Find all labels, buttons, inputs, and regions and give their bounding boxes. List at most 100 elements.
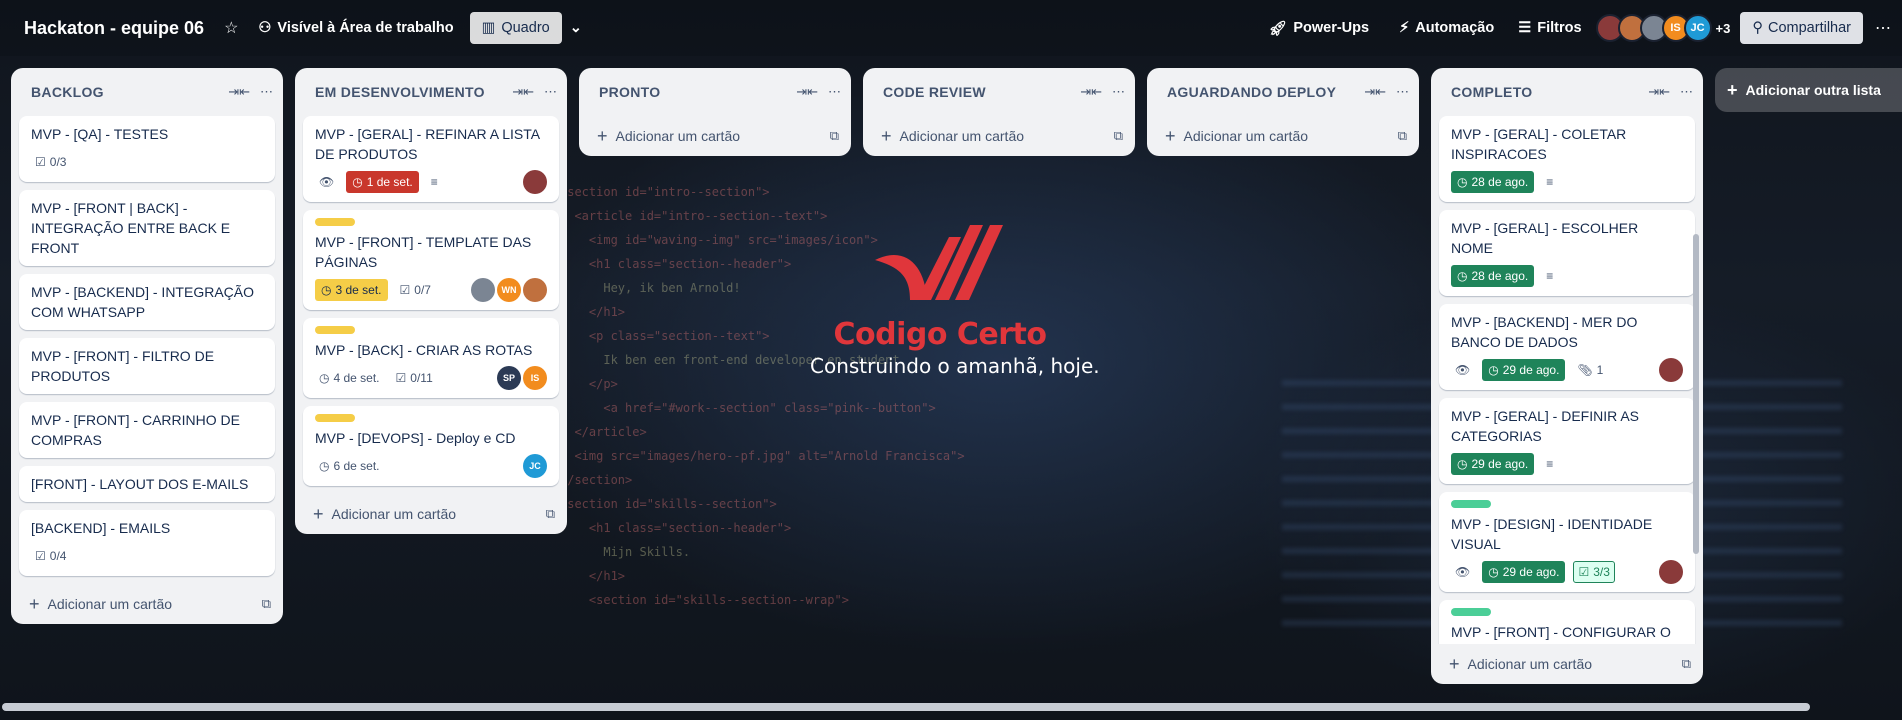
create-from-template-icon[interactable]: ⧉ (830, 128, 839, 144)
card[interactable]: MVP - [FRONT] - CARRINHO DE COMPRAS (19, 402, 275, 458)
due-date-text: 29 de ago. (1502, 565, 1560, 579)
checkbox-icon: ☑ (395, 371, 407, 385)
due-date-badge[interactable]: ◷ 6 de set. (315, 455, 384, 477)
collapse-icon[interactable]: ⇥⇤ (512, 84, 534, 100)
member-avatar[interactable]: WN (497, 278, 521, 302)
filters-button[interactable]: ☰ Filtros (1510, 12, 1589, 44)
member-avatar[interactable]: IS (523, 366, 547, 390)
collapse-icon[interactable]: ⇥⇤ (1364, 84, 1386, 100)
member-avatar[interactable]: JC (1683, 14, 1712, 42)
due-date-badge[interactable]: ◷ 29 de ago. (1451, 453, 1535, 475)
card[interactable]: MVP - [FRONT] - FILTRO DE PRODUTOS (19, 338, 275, 394)
view-switcher-chevron[interactable]: ⌄ (562, 12, 590, 44)
list-title[interactable]: AGUARDANDO DEPLOY (1167, 84, 1354, 100)
clock-icon: ◷ (1488, 363, 1499, 377)
due-date-badge[interactable]: ◷ 28 de ago. (1451, 171, 1535, 193)
card[interactable]: MVP - [GERAL] - COLETAR INSPIRACOES ◷ 28 d… (1439, 116, 1695, 202)
members-extra-count[interactable]: +3 (1716, 21, 1731, 36)
card-label[interactable] (315, 218, 355, 226)
card[interactable]: MVP - [BACKEND] - INTEGRAÇÃO COM WHATSAP… (19, 274, 275, 330)
visibility-button[interactable]: ⚇ Visível à Área de trabalho (250, 12, 461, 44)
create-from-template-icon[interactable]: ⧉ (546, 506, 555, 522)
card[interactable]: MVP - [FRONT] - TEMPLATE DAS PÁGINAS ◷ 3 d… (303, 210, 559, 310)
card-label[interactable] (1451, 608, 1491, 616)
member-avatar[interactable] (523, 170, 547, 194)
create-from-template-icon[interactable]: ⧉ (1398, 128, 1407, 144)
list-menu-icon[interactable]: ⋯ (1396, 84, 1409, 100)
due-date-badge[interactable]: ◷ 29 de ago. (1482, 561, 1566, 583)
add-card-button[interactable]: + Adicionar um cartão ⧉ (579, 116, 851, 156)
visibility-label: Visível à Área de trabalho (277, 20, 454, 36)
card[interactable]: MVP - [GERAL] - ESCOLHER NOME ◷ 28 de ago.… (1439, 210, 1695, 296)
board-title[interactable]: Hackaton - equipe 06 (24, 18, 204, 39)
card[interactable]: MVP - [DEVOPS] - Deploy e CD ◷ 6 de set. JC (303, 406, 559, 486)
card[interactable]: [FRONT] - LAYOUT DOS E-MAILS (19, 466, 275, 502)
list-menu-icon[interactable]: ⋯ (1112, 84, 1125, 100)
card[interactable]: MVP - [GERAL] - DEFINIR AS CATEGORIAS ◷ 29… (1439, 398, 1695, 484)
board-menu-icon[interactable]: ⋯ (1875, 18, 1892, 38)
collapse-icon[interactable]: ⇥⇤ (1648, 84, 1670, 100)
list-title[interactable]: CODE REVIEW (883, 84, 1070, 100)
list-header: COMPLETO ⇥⇤ ⋯ (1431, 68, 1703, 116)
card[interactable]: MVP - [FRONT] - CONFIGURAR O AMBIENTE (1439, 600, 1695, 644)
due-date-badge[interactable]: ◷ 4 de set. (315, 367, 384, 389)
checklist-badge: ☑ 0/3 (31, 151, 70, 173)
card-label[interactable] (1451, 500, 1491, 508)
list-title[interactable]: BACKLOG (31, 84, 218, 100)
board-view-button[interactable]: ▥ Quadro (469, 12, 562, 44)
collapse-icon[interactable]: ⇥⇤ (796, 84, 818, 100)
list-header: EM DESENVOLVIMENTO ⇥⇤ ⋯ (295, 68, 567, 116)
list-title[interactable]: COMPLETO (1451, 84, 1638, 100)
checklist-badge: ☑ 3/3 (1573, 561, 1615, 583)
list-menu-icon[interactable]: ⋯ (828, 84, 841, 100)
star-icon[interactable]: ☆ (224, 18, 238, 38)
card-label[interactable] (315, 414, 355, 422)
add-card-button[interactable]: + Adicionar um cartão ⧉ (11, 584, 283, 624)
add-card-button[interactable]: + Adicionar um cartão ⧉ (1431, 644, 1703, 684)
card-badges: ◷ 29 de ago. ≡ (1451, 452, 1683, 476)
automation-button[interactable]: ⚡︎ Automação (1391, 12, 1502, 44)
create-from-template-icon[interactable]: ⧉ (262, 596, 271, 612)
card[interactable]: MVP - [GERAL] - REFINAR A LISTA DE PRODU… (303, 116, 559, 202)
add-card-button[interactable]: + Adicionar um cartão ⧉ (1147, 116, 1419, 156)
card[interactable]: MVP - [BACKEND] - MER DO BANCO DE DADOS 👁… (1439, 304, 1695, 390)
member-avatar[interactable]: SP (497, 366, 521, 390)
powerups-button[interactable]: 🚀︎ Power-Ups (1261, 12, 1377, 44)
list-menu-icon[interactable]: ⋯ (1680, 84, 1693, 100)
card[interactable]: [BACKEND] - EMAILS ☑ 0/4 (19, 510, 275, 576)
board-members[interactable]: IS JC (1595, 14, 1712, 42)
member-avatar[interactable]: JC (523, 454, 547, 478)
horizontal-scrollbar[interactable] (2, 703, 1810, 711)
create-from-template-icon[interactable]: ⧉ (1682, 656, 1691, 672)
member-avatar[interactable] (471, 278, 495, 302)
create-from-template-icon[interactable]: ⧉ (1114, 128, 1123, 144)
member-avatar[interactable] (1659, 560, 1683, 584)
card[interactable]: MVP - [BACK] - CRIAR AS ROTAS ◷ 4 de set. ☑… (303, 318, 559, 398)
card[interactable]: MVP - [QA] - TESTES ☑ 0/3 (19, 116, 275, 182)
collapse-icon[interactable]: ⇥⇤ (228, 84, 250, 100)
list-menu-icon[interactable]: ⋯ (544, 84, 557, 100)
checklist-count: 0/11 (410, 371, 433, 385)
description-icon: ≡ (1546, 175, 1554, 189)
card-badges: ☑ 0/3 (31, 150, 263, 174)
share-button[interactable]: ⚲ Compartilhar (1740, 12, 1863, 44)
card[interactable]: MVP - [FRONT | BACK] - INTEGRAÇÃO ENTRE … (19, 190, 275, 266)
member-avatar[interactable] (1659, 358, 1683, 382)
due-date-badge[interactable]: ◷ 1 de set. (346, 171, 419, 193)
list-menu-icon[interactable]: ⋯ (260, 84, 273, 100)
due-date-badge[interactable]: ◷ 3 de set. (315, 279, 388, 301)
due-date-badge[interactable]: ◷ 28 de ago. (1451, 265, 1535, 287)
due-date-badge[interactable]: ◷ 29 de ago. (1482, 359, 1566, 381)
list-scrollbar[interactable] (1693, 234, 1699, 554)
card-members (1659, 358, 1683, 382)
member-avatar[interactable] (523, 278, 547, 302)
clock-icon: ◷ (1457, 457, 1468, 471)
add-card-button[interactable]: + Adicionar um cartão ⧉ (863, 116, 1135, 156)
list-title[interactable]: PRONTO (599, 84, 786, 100)
card[interactable]: MVP - [DESIGN] - IDENTIDADE VISUAL 👁︎ ◷ 29 … (1439, 492, 1695, 592)
card-label[interactable] (315, 326, 355, 334)
collapse-icon[interactable]: ⇥⇤ (1080, 84, 1102, 100)
add-list-button[interactable]: + Adicionar outra lista (1715, 68, 1902, 112)
list-title[interactable]: EM DESENVOLVIMENTO (315, 84, 502, 100)
add-card-button[interactable]: + Adicionar um cartão ⧉ (295, 494, 567, 534)
